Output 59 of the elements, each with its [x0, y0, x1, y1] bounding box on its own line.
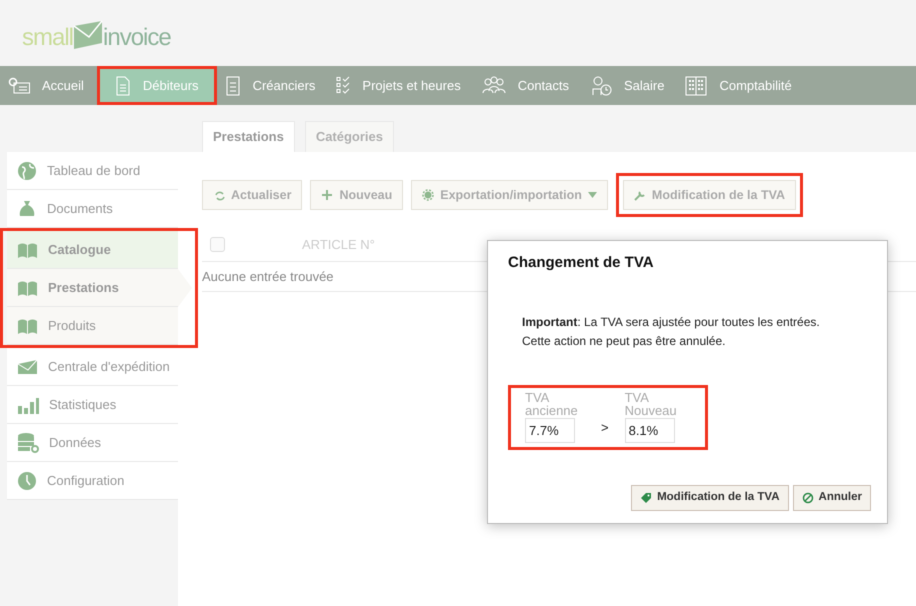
sidebar-item[interactable]: Documents [7, 190, 178, 228]
gear-icon [422, 189, 434, 201]
tag-icon [640, 492, 652, 504]
dialog-title: Changement de TVA [508, 253, 655, 273]
nav-item[interactable]: Débiteurs [100, 69, 214, 102]
dialog-message: Important: La TVA sera ajustée pour toutes les entrées. [522, 314, 821, 330]
nav-item[interactable]: Salaire [582, 69, 678, 102]
dialog-button[interactable]: Annuler [792, 485, 871, 511]
document-icon [114, 76, 131, 96]
toolbar-button[interactable]: Nouveau [310, 180, 404, 210]
gear-card-icon [8, 77, 30, 94]
book-icon [17, 316, 38, 334]
nav-item[interactable]: Créanciers [216, 69, 328, 102]
dialog-message: Cette action ne peut pas être annulée. [522, 332, 726, 350]
bar-chart-icon [17, 396, 39, 414]
field-label: TVA Nouveau [624, 390, 678, 418]
sidebar-item[interactable]: Données [7, 424, 178, 462]
money-bag-icon [17, 198, 37, 218]
envelope-icon [17, 358, 38, 376]
ledger-icon [685, 76, 708, 96]
sidebar-item[interactable]: Tableau de bord [7, 152, 178, 190]
people-icon [482, 76, 506, 95]
nav-item[interactable]: Projets et heures [328, 69, 474, 102]
wrench-icon [634, 189, 646, 201]
globe-icon [17, 160, 37, 180]
sidebar-item[interactable]: Prestations [7, 269, 178, 307]
cancel-icon [802, 492, 814, 504]
logo-text: invoice [103, 26, 171, 50]
plus-icon [321, 189, 334, 201]
checklist-icon [336, 76, 350, 95]
sidebar-item[interactable]: Centrale d'expédition [7, 348, 178, 386]
database-gear-icon [17, 432, 39, 453]
toolbar-button[interactable]: Exportation/importation [411, 180, 608, 210]
empty-message: Aucune entrée trouvée [202, 268, 334, 286]
sidebar-item[interactable]: Catalogue [7, 231, 178, 269]
logo-text: small [22, 26, 74, 50]
person-clock-icon [590, 76, 612, 96]
sidebar-item[interactable]: Statistiques [7, 386, 178, 424]
select-all-checkbox[interactable] [210, 237, 225, 252]
book-icon [17, 240, 38, 258]
toolbar-button[interactable]: Modification de la TVA [622, 180, 796, 210]
field-label: TVA ancienne [525, 390, 579, 418]
document-icon [224, 76, 241, 96]
envelope-logo-icon [73, 20, 104, 50]
nav-item[interactable]: Comptabilité [677, 69, 805, 102]
tab[interactable]: Catégories [304, 121, 394, 152]
separator-symbol: > [601, 419, 609, 438]
toolbar-button[interactable]: Actualiser [202, 180, 302, 210]
dialog-button[interactable]: Modification de la TVA [631, 485, 789, 511]
nav-item[interactable]: Contacts [474, 69, 582, 102]
refresh-icon [213, 189, 225, 201]
book-icon [17, 278, 38, 296]
sidebar-item[interactable]: Produits [7, 307, 178, 345]
sidebar-item[interactable]: Configuration [7, 462, 178, 500]
clock-icon [17, 470, 37, 490]
nav-item[interactable]: Accueil [0, 69, 97, 102]
input-field[interactable]: 8.1% [624, 418, 675, 443]
tab[interactable]: Prestations [202, 121, 295, 152]
input-field[interactable]: 7.7% [525, 418, 575, 443]
